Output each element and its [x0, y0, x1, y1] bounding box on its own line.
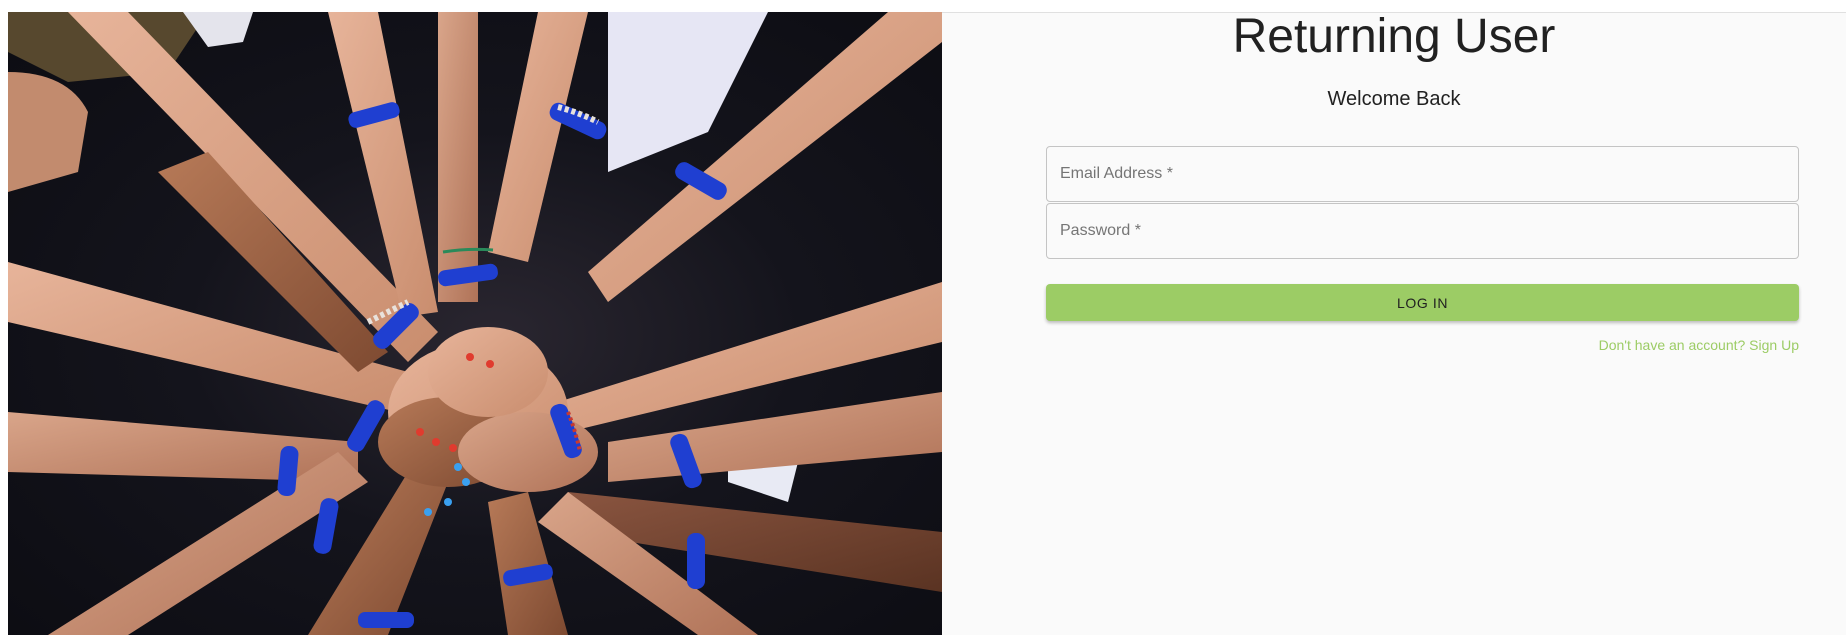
signup-link[interactable]: Don't have an account? Sign Up: [1599, 337, 1799, 353]
password-field[interactable]: [1047, 204, 1798, 258]
login-form-panel: Returning User Welcome Back LOG IN Don't…: [942, 12, 1846, 635]
email-field[interactable]: [1047, 147, 1798, 201]
hands-illustration: [8, 12, 942, 635]
page-title: Returning User: [1232, 10, 1556, 63]
login-page: Returning User Welcome Back LOG IN Don't…: [0, 0, 1846, 642]
hero-image: [8, 12, 942, 635]
password-field-wrapper: [1046, 203, 1799, 259]
login-button[interactable]: LOG IN: [1046, 284, 1799, 321]
page-subtitle: Welcome Back: [1327, 88, 1461, 110]
email-field-wrapper: [1046, 146, 1799, 202]
